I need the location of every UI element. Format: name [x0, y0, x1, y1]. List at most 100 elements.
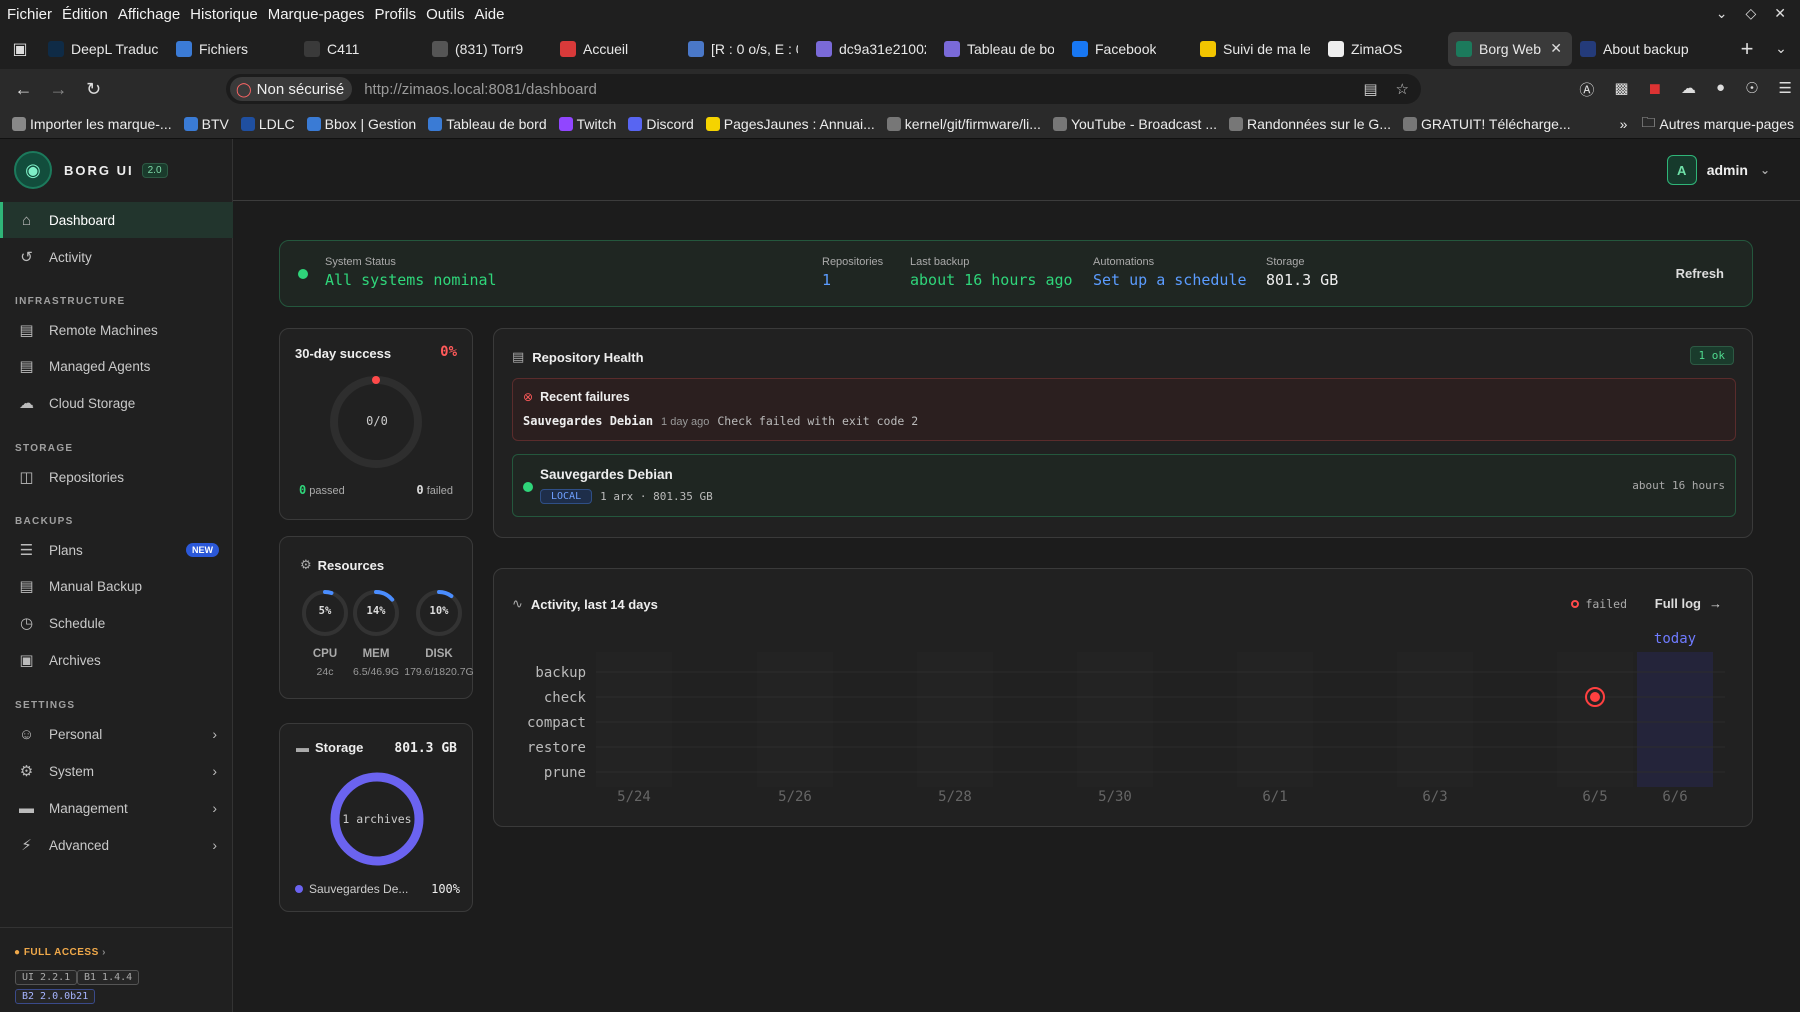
tab-overflow-chevron-icon[interactable]: ⌄ — [1764, 40, 1798, 57]
system-status-label: System Status — [325, 256, 396, 268]
menu-fichier[interactable]: Fichier — [0, 6, 52, 23]
refresh-button[interactable]: Refresh — [1676, 266, 1724, 281]
bookmark-item[interactable]: Twitch — [558, 116, 616, 132]
status-dot-icon — [298, 269, 308, 279]
bookmark-star-icon[interactable]: ☆ — [1396, 80, 1409, 98]
menu-outils[interactable]: Outils — [419, 6, 464, 23]
brand[interactable]: ◉ BORG UI 2.0 — [14, 151, 168, 189]
checklist-icon: ☰ — [19, 542, 34, 559]
tab-about[interactable]: About backup — [1572, 32, 1698, 66]
url-text[interactable]: http://zimaos.local:8081/dashboard — [364, 81, 597, 98]
app-menu-icon[interactable]: ☰ — [1779, 79, 1792, 100]
bookmark-item[interactable]: Randonnées sur le G... — [1229, 116, 1391, 132]
repo-name: Sauvegardes Debian — [540, 467, 673, 482]
tab-files[interactable]: Fichiers — [168, 32, 296, 66]
navigation-bar: ← → ↻ ◯ Non sécurisé http://zimaos.local… — [0, 69, 1800, 109]
tab-zimaos[interactable]: ZimaOS — [1320, 32, 1448, 66]
tab-c411[interactable]: C411 — [296, 32, 424, 66]
extension-a-icon[interactable]: Ⓐ — [1579, 79, 1594, 100]
sidebar-item-manual-backup[interactable]: ▤ Manual Backup — [0, 568, 233, 604]
bookmark-item[interactable]: Discord — [628, 116, 694, 132]
address-bar[interactable]: ◯ Non sécurisé http://zimaos.local:8081/… — [226, 74, 1421, 104]
set-up-schedule-link[interactable]: Set up a schedule — [1093, 271, 1247, 289]
bookmark-item[interactable]: GRATUIT! Télécharge... — [1403, 116, 1571, 132]
sidebar-item-repositories[interactable]: ◫ Repositories — [0, 459, 233, 495]
legend-dot — [295, 885, 303, 893]
ublock-icon[interactable]: ◼ — [1649, 79, 1661, 100]
chevron-double-icon[interactable]: » — [1620, 116, 1628, 132]
security-label: Non sécurisé — [256, 80, 345, 98]
sidebar-item-cloud-storage[interactable]: ☁ Cloud Storage — [0, 385, 233, 421]
bookmark-item[interactable]: kernel/git/firmware/li... — [886, 116, 1041, 132]
tab-laposte[interactable]: Suivi de ma let — [1192, 32, 1320, 66]
security-indicator[interactable]: ◯ Non sécurisé — [230, 77, 353, 101]
failure-row[interactable]: Sauvegardes Debian 1 day ago Check faile… — [523, 414, 918, 428]
tab-accueil[interactable]: Accueil — [552, 32, 680, 66]
sidebar-item-system[interactable]: ⚙ System › — [0, 753, 233, 789]
sidebar-item-dashboard[interactable]: ⌂ Dashboard — [0, 202, 233, 238]
tab-label: Tableau de bo — [967, 40, 1054, 57]
laposte-icon — [1200, 40, 1216, 57]
repo-meta-line: LOCAL 1 arx · 801.35 GB — [540, 489, 713, 504]
bookmark-item[interactable]: PagesJaunes : Annuai... — [705, 116, 875, 132]
repo-type-badge: LOCAL — [540, 489, 593, 504]
extension-dot-icon[interactable]: ● — [1716, 79, 1725, 100]
x-tick-label: 5/24 — [617, 789, 651, 805]
close-tab-icon[interactable]: ✕ — [1550, 40, 1562, 57]
sidebar-item-label: Management — [49, 800, 128, 816]
automations-stat[interactable]: Automations Set up a schedule — [1093, 256, 1247, 289]
sidebar-item-archives[interactable]: ▣ Archives — [0, 642, 233, 678]
storage-stat-label: Storage — [1266, 256, 1305, 268]
bookmark-item[interactable]: Bbox | Gestion — [306, 116, 416, 132]
tab-list-icon[interactable]: ▣ — [0, 39, 40, 59]
menu-profils[interactable]: Profils — [367, 6, 416, 23]
top-bar: A admin ⌄ — [233, 139, 1800, 201]
sidebar-item-managed-agents[interactable]: ▤ Managed Agents — [0, 348, 233, 384]
tab-borg[interactable]: Borg Web U ✕ — [1448, 31, 1572, 66]
tab-deepl[interactable]: DeepL Traduct — [40, 32, 168, 66]
menu-marque-pages[interactable]: Marque-pages — [261, 6, 365, 23]
menu-aide[interactable]: Aide — [467, 6, 504, 23]
back-arrow-icon[interactable]: ← — [6, 79, 41, 100]
sidebar-item-management[interactable]: ▬ Management › — [0, 790, 233, 826]
sidebar-item-activity[interactable]: ↺ Activity — [0, 239, 233, 275]
bookmark-item[interactable]: YouTube - Broadcast ... — [1052, 116, 1217, 132]
new-tab-button[interactable]: + — [1730, 36, 1764, 62]
extension-circle-icon[interactable]: ☉ — [1745, 79, 1758, 100]
forward-arrow-icon[interactable]: → — [41, 79, 76, 100]
more-bookmarks[interactable]: » 🗀 Autres marque-pages — [1620, 112, 1794, 136]
restore-icon[interactable]: ◇ — [1745, 5, 1756, 22]
extension-cloud-icon[interactable]: ☁ — [1681, 79, 1696, 100]
reader-view-icon[interactable]: ▤ — [1363, 80, 1377, 98]
sidebar-item-plans[interactable]: ☰ Plans NEW — [0, 532, 233, 568]
tab-portainer[interactable]: dc9a31e21002 — [808, 32, 936, 66]
torr9-icon — [432, 40, 448, 57]
bookmark-item[interactable]: Importer les marque-... — [12, 116, 172, 132]
user-menu[interactable]: A admin ⌄ — [1666, 155, 1770, 185]
reload-icon[interactable]: ↻ — [76, 79, 111, 100]
sidebar-item-schedule[interactable]: ◷ Schedule — [0, 605, 233, 641]
success-percent: 0% — [440, 344, 457, 360]
tab-torr9[interactable]: (831) Torr9 — [424, 32, 552, 66]
sidebar-item-remote-machines[interactable]: ▤ Remote Machines — [0, 312, 233, 348]
menu-affichage[interactable]: Affichage — [111, 6, 180, 23]
bookmark-item[interactable]: LDLC — [240, 116, 295, 132]
tab-torrent[interactable]: [R : 0 o/s, E : 0 — [680, 32, 808, 66]
full-access-link[interactable]: ● FULL ACCESS › — [14, 947, 106, 958]
chevron-right-icon: › — [212, 763, 217, 779]
close-window-icon[interactable]: ✕ — [1774, 5, 1786, 22]
menu-edition[interactable]: Édition — [55, 6, 108, 23]
tab-facebook[interactable]: Facebook — [1064, 32, 1192, 66]
extensions-puzzle-icon[interactable]: ▩ — [1614, 79, 1628, 100]
sidebar-item-advanced[interactable]: ⚡ Advanced › — [0, 827, 233, 863]
portainer-icon — [816, 40, 832, 57]
bookmark-item[interactable]: Tableau de bord — [428, 116, 547, 132]
tab-dashboard[interactable]: Tableau de bo — [936, 32, 1064, 66]
repositories-stat-label: Repositories — [822, 256, 884, 268]
menu-historique[interactable]: Historique — [183, 6, 258, 23]
repo-row[interactable]: Sauvegardes Debian LOCAL 1 arx · 801.35 … — [512, 454, 1736, 517]
sidebar-item-personal[interactable]: ☺ Personal › — [0, 716, 233, 752]
tab-label: About backup — [1603, 40, 1688, 57]
minimize-icon[interactable]: ⌄ — [1716, 5, 1728, 22]
bookmark-item[interactable]: BTV — [183, 116, 229, 132]
